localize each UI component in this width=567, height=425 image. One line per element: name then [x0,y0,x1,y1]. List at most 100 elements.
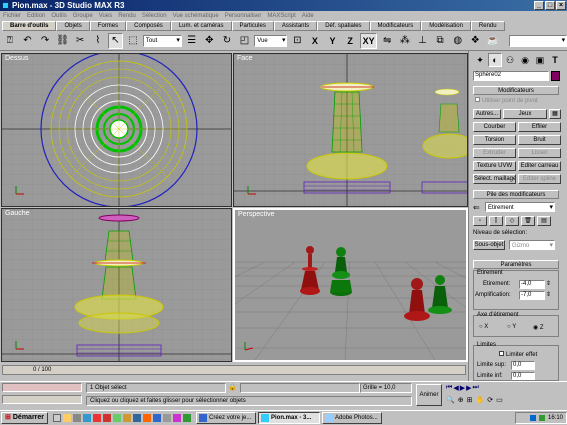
tab-particules[interactable]: Particules [231,21,274,31]
quick-launch-icon[interactable] [113,414,122,422]
modify-tab-icon[interactable]: ◐ [488,53,502,67]
menu-item-fichier[interactable]: Fichier [3,11,21,21]
link-icon[interactable]: ⛓ [55,33,71,49]
quick-launch-icon[interactable] [143,414,152,422]
tray-icon[interactable] [538,415,545,421]
use-pivot-checkbox[interactable]: Utiliser point de pivot [475,97,538,104]
start-button[interactable]: ⊞ Démarrer [1,412,49,424]
quick-launch-icon[interactable] [53,414,62,422]
prev-frame-icon[interactable]: ◀ [453,384,458,392]
quick-launch-icon[interactable] [83,414,92,422]
amplify-spinner[interactable]: -7,0 [519,291,545,300]
motion-tab-icon[interactable]: ◉ [518,53,532,67]
tab-composes[interactable]: Composés [126,21,171,31]
menu-item-edition[interactable]: Edition [27,11,45,21]
limit-effect-checkbox[interactable]: Limiter effet [499,351,537,358]
twist-button[interactable]: Torsion [473,135,516,145]
tray-icon[interactable] [529,415,536,421]
remove-modifier-icon[interactable]: 🗑 [521,216,535,226]
reference-coord-dropdown[interactable]: Vue [254,34,288,47]
smooth-button[interactable]: Lisser [518,148,561,158]
viewport-top[interactable]: Dessus [1,53,232,207]
quick-launch-icon[interactable] [173,414,182,422]
quick-launch-icon[interactable] [183,414,192,422]
object-name-field[interactable]: Sphère02 [473,71,549,81]
zoom-extents-icon[interactable]: ⊞ [467,396,473,404]
axis-y-button[interactable]: Y [325,33,341,49]
edit-patch-button[interactable]: Editer carreau [518,161,561,171]
next-frame-icon[interactable]: ▶ [466,384,471,392]
minimize-button[interactable]: _ [534,1,544,10]
select-by-name-icon[interactable]: ☰ [184,33,200,49]
tab-def-spatiales[interactable]: Déf. spatiales [317,21,370,31]
quick-launch-icon[interactable] [163,414,172,422]
axis-x-button[interactable]: X [307,33,323,49]
quick-launch-icon[interactable] [93,414,102,422]
axis-xy-button[interactable]: XY [359,32,378,49]
params-rollout-header[interactable]: Paramètres [473,260,559,269]
scale-icon[interactable]: ◰ [237,33,253,49]
unlink-icon[interactable]: ✂ [72,33,88,49]
mesh-select-button[interactable]: Sélect. maillage [473,174,516,184]
stretch-spinner-arrows[interactable]: ⇕ [546,280,551,287]
zoom-icon[interactable]: 🔍 [446,396,455,404]
tab-assistants[interactable]: Assistants [273,21,318,31]
stretch-spinner[interactable]: -4,0 [519,280,545,289]
menu-item-personnaliser[interactable]: Personnaliser [225,11,262,21]
upper-limit-spinner[interactable]: 0,0 [511,361,535,370]
align-icon[interactable]: ⊥ [415,33,431,49]
play-icon[interactable]: ▶ [460,384,465,392]
make-unique-icon[interactable]: ◇ [505,216,519,226]
animate-button[interactable]: Animer [416,384,442,406]
taskbar-item-creez[interactable]: Créez votre je... [196,412,257,424]
menu-item-outils[interactable]: Outils [51,11,66,21]
axis-z-button[interactable]: Z [342,33,358,49]
pivot-center-icon[interactable]: ⊡ [289,33,305,49]
tab-lum-cameras[interactable]: Lum. et caméras [170,21,232,31]
goto-start-icon[interactable]: ⏮ [446,384,452,392]
quick-launch-icon[interactable] [73,414,82,422]
sub-object-button[interactable]: Sous-objet [473,240,505,250]
noise-button[interactable]: Bruit [518,135,561,145]
zoom-all-icon[interactable]: ⊕ [458,396,464,404]
sets-config-icon[interactable]: ▦ [549,109,561,119]
edit-spline-button[interactable]: Editer spline [518,174,561,184]
hierarchy-tab-icon[interactable]: ⚇ [503,53,517,67]
modifier-stack-dropdown[interactable]: Etirement [485,202,555,213]
menu-item-selection[interactable]: Sélection [142,11,167,21]
maximize-button[interactable]: □ [545,1,555,10]
menu-item-rendu[interactable]: Rendu [118,11,136,21]
menu-item-aide[interactable]: Aide [302,11,314,21]
tab-modificateurs[interactable]: Modificateurs [369,21,422,31]
more-modifiers-button[interactable]: Autres... [473,109,501,119]
lower-limit-spinner[interactable]: 0,0 [511,372,535,380]
axis-z-radio[interactable]: ◉ Z [533,324,544,331]
quick-launch-icon[interactable] [153,414,162,422]
modifiers-rollout-header[interactable]: Modificateurs [473,86,559,95]
material-editor-icon[interactable]: ◍ [450,33,466,49]
selection-filter-dropdown[interactable]: Tout [142,34,182,47]
quick-render-icon[interactable]: ☕ [485,33,501,49]
create-tab-icon[interactable]: ✦ [473,53,487,67]
viewport-perspective[interactable]: Perspective [233,208,468,362]
uvw-map-button[interactable]: Texture UVW [473,161,516,171]
named-selection-dropdown[interactable] [508,34,567,47]
viewport-perspective-label[interactable]: Perspective [238,211,275,218]
maxscript-listener[interactable] [2,395,82,404]
maximize-viewport-icon[interactable]: ▭ [496,396,503,404]
select-arrow-icon[interactable]: ↖ [107,32,124,49]
taper-button[interactable]: Effiler [518,122,561,132]
object-color-swatch[interactable] [551,71,560,81]
help-pointer-icon[interactable]: ⍰ [2,33,18,49]
lock-selection-icon[interactable]: 🔒 [228,383,238,393]
bend-button[interactable]: Courber [473,122,516,132]
goto-end-icon[interactable]: ⏭ [472,384,478,392]
pan-icon[interactable]: ✋ [475,396,484,404]
track-view-icon[interactable]: ⧉ [432,33,448,49]
viewport-left[interactable]: Gauche [1,208,232,362]
axis-x-radio[interactable]: ○ X [479,324,488,330]
undo-icon[interactable]: ↶ [20,33,36,49]
amplify-spinner-arrows[interactable]: ⇕ [546,291,551,298]
tab-rendu[interactable]: Rendu [470,21,505,31]
show-end-result-icon[interactable]: ⫿ [489,216,503,226]
